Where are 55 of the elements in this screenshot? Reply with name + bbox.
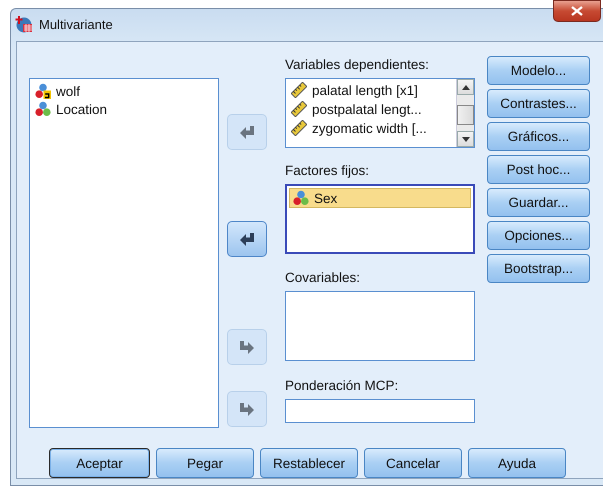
scroll-down-icon [462,136,470,142]
vertical-scrollbar[interactable] [456,79,474,147]
variable-list[interactable] [285,291,475,361]
variable-list[interactable]: Sex [285,184,475,254]
dialog-button[interactable]: Post hoc... [487,155,590,184]
input-field[interactable] [285,399,475,423]
section-label: Factores fijos: [285,162,370,180]
left-arrow-icon [239,125,255,139]
variable-item[interactable]: postpalatal lengt... [288,100,454,118]
dialog-button[interactable]: Aceptar [49,448,150,478]
app-icon [15,15,33,33]
transfer-button[interactable] [227,221,267,257]
nominal-variable-icon [35,101,51,117]
variable-name: palatal length [x1] [312,82,418,98]
variable-name: postpalatal lengt... [312,102,422,116]
scroll-up-icon [462,84,470,90]
dialog-button[interactable]: Pegar [156,448,254,478]
scrollbar-thumb[interactable] [457,105,474,125]
variable-item[interactable]: Sex [289,188,471,208]
nominal-variable-icon [293,190,309,206]
dialog-button[interactable]: Contrastes... [487,89,590,118]
close-icon [571,6,583,16]
dialog-button[interactable]: Ayuda [468,448,566,478]
section-label: Ponderación MCP: [285,377,400,395]
transfer-button[interactable] [227,329,267,365]
close-button[interactable] [553,0,601,22]
dialog-button[interactable]: Gráficos... [487,122,590,151]
variable-item[interactable]: zygomatic width [... [288,119,454,137]
string-variable-icon [35,83,51,99]
ruler-icon [291,120,307,136]
variable-name: Location [56,102,108,116]
variable-name: zygomatic width [... [312,120,427,136]
variable-item[interactable]: wolf [32,82,216,100]
dialog-button[interactable]: Opciones... [487,221,590,250]
dialog-button[interactable]: Guardar... [487,188,590,217]
variable-name: wolf [56,84,80,98]
dialog-button[interactable]: Restablecer [260,448,358,478]
dialog-button[interactable]: Cancelar [364,448,462,478]
ruler-icon [291,82,307,98]
dialog-button[interactable]: Bootstrap... [487,254,590,283]
window-title: Multivariante [39,16,113,32]
transfer-button[interactable] [227,114,267,150]
source-variable-list[interactable]: wolf Location [29,78,219,428]
variable-list[interactable]: palatal length [x1] postpalatal lengt... zygomatic width [... [285,78,475,148]
dialog-button[interactable]: Modelo... [487,56,590,85]
section-label: Covariables: [285,269,362,287]
variable-item[interactable]: Location [32,100,216,118]
left-arrow-icon [239,232,255,246]
right-arrow-icon [239,340,255,354]
variable-name: Sex [314,190,338,206]
section-label: Variables dependientes: [285,56,430,74]
variable-item[interactable]: palatal length [x1] [288,81,454,99]
right-arrow-icon [239,402,255,416]
ruler-icon [291,101,307,117]
transfer-button[interactable] [227,391,267,427]
